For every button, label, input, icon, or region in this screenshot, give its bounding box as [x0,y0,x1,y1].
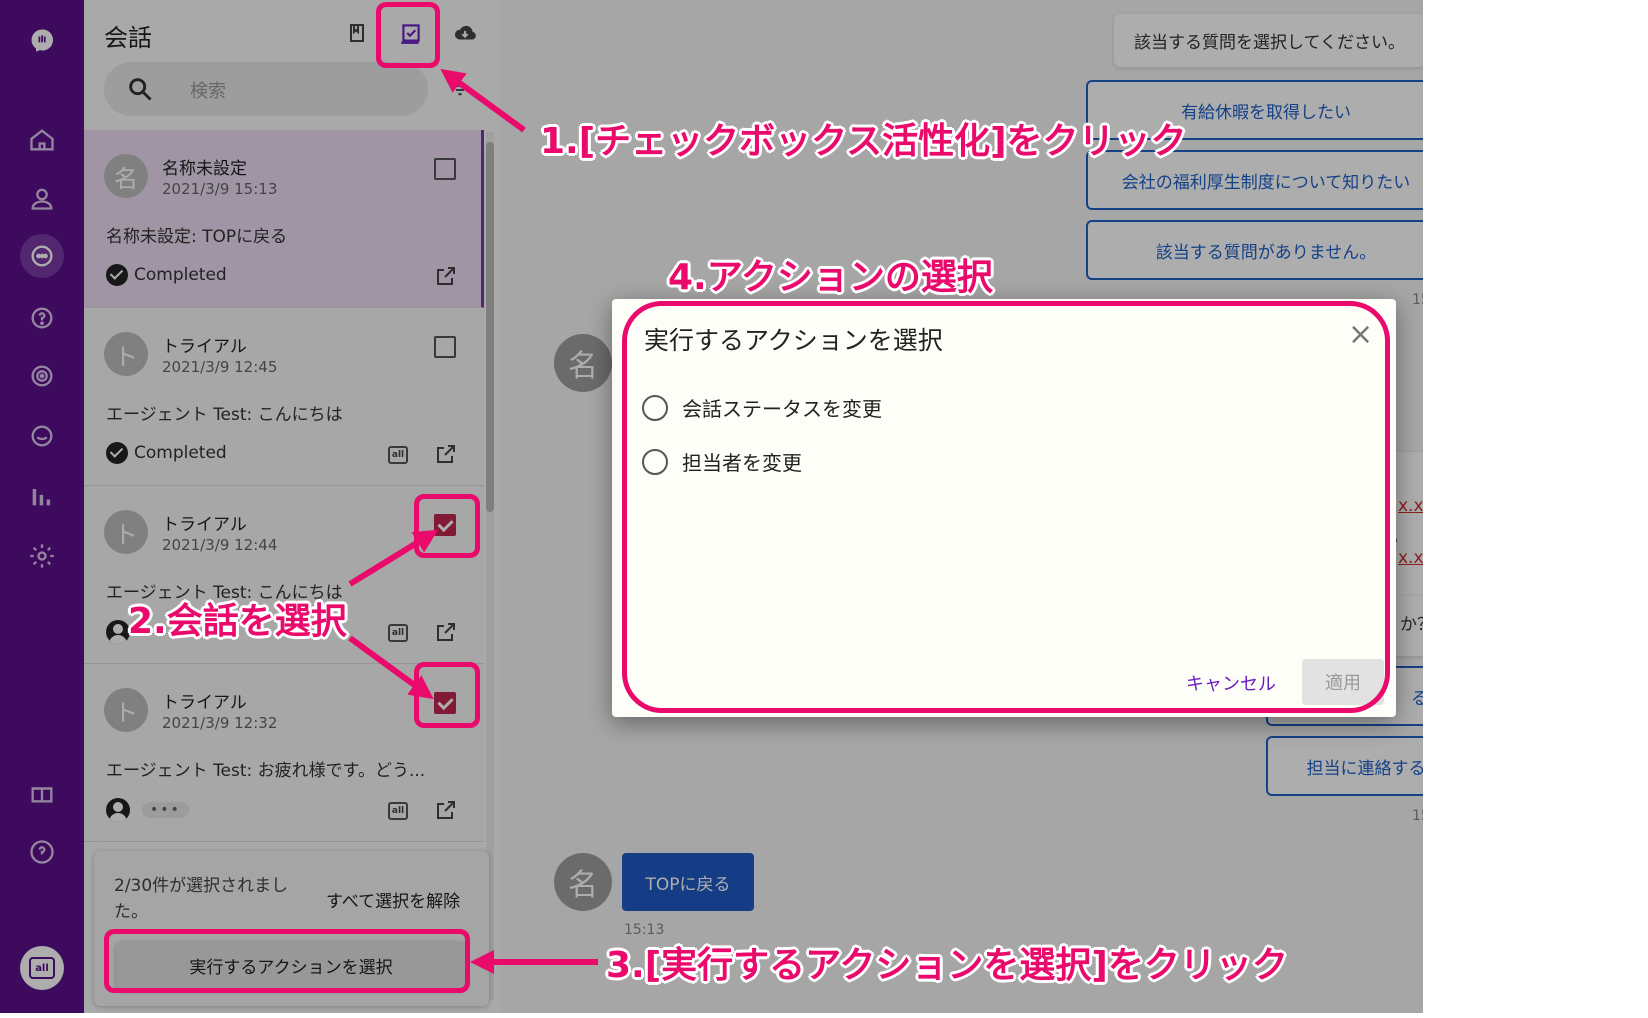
annotation-step4: 4.アクションの選択 [668,257,993,298]
annotation-step2: 2.会話を選択 [128,601,347,642]
annotation-step1: 1.[チェックボックス活性化]をクリック [540,121,1187,162]
annotation-step3: 3.[実行するアクションを選択]をクリック [606,945,1288,986]
